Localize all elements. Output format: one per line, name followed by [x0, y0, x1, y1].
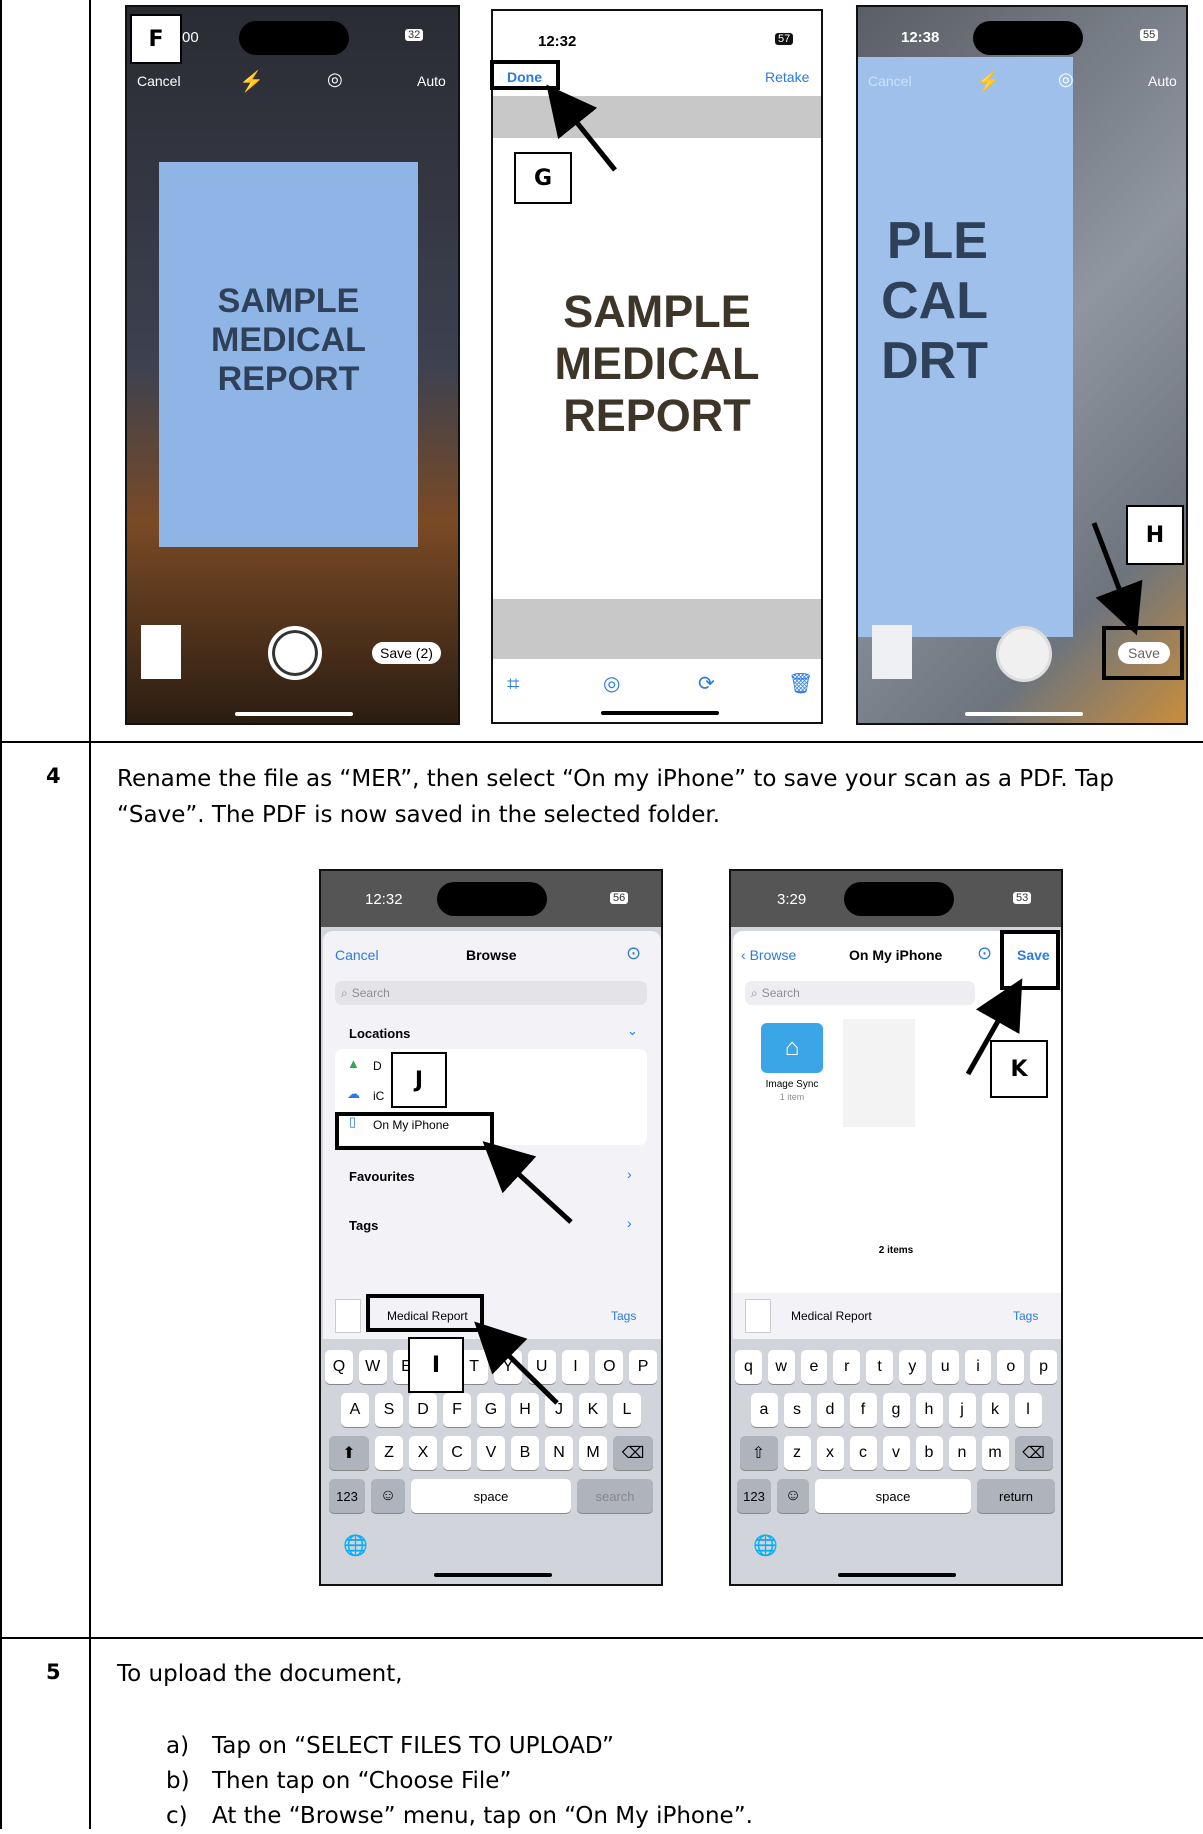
annotation-arrows — [474, 84, 1143, 1405]
list-item-b: Then tap on “Choose File” — [212, 1768, 512, 1794]
list-marker-a: a) — [166, 1733, 190, 1759]
list-marker-b: b) — [166, 1768, 190, 1794]
arrow-to-save — [1091, 522, 1143, 636]
list-item-a: Tap on “SELECT FILES TO UPLOAD” — [212, 1733, 614, 1759]
step-intro: To upload the document, — [117, 1661, 403, 1687]
arrow-to-filename — [474, 1321, 559, 1405]
arrow-to-done — [546, 84, 617, 172]
arrow-to-on-my-iphone — [482, 1141, 573, 1224]
step-number: 5 — [46, 1660, 61, 1684]
arrow-to-save-k — [965, 978, 1023, 1076]
